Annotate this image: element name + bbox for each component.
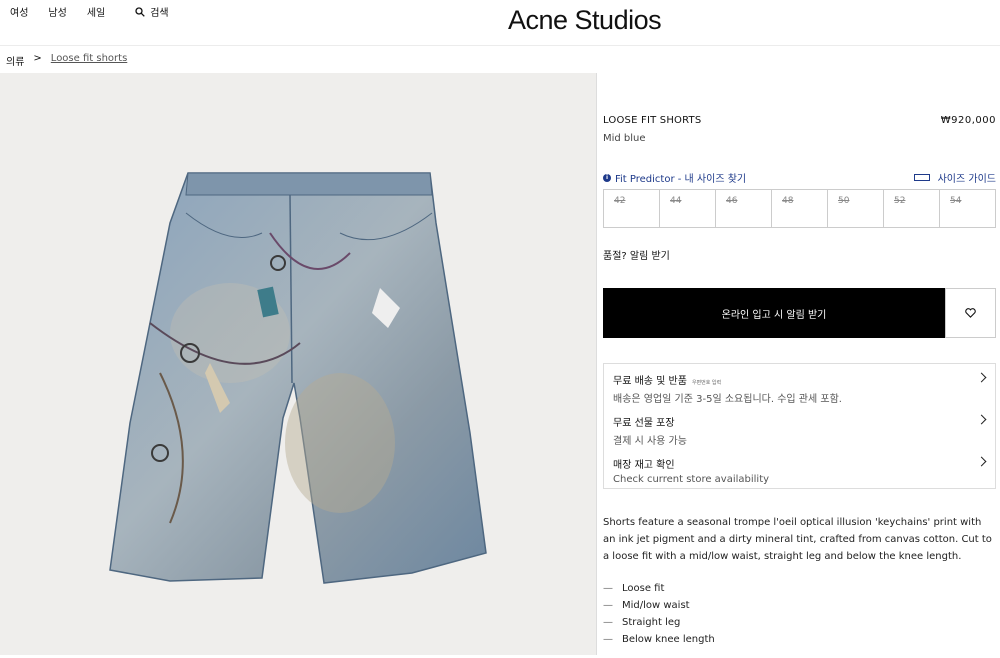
breadcrumb-root[interactable]: 의류 <box>6 53 24 68</box>
size-guide-label: 사이즈 가이드 <box>937 174 996 185</box>
wishlist-button[interactable] <box>945 288 996 338</box>
list-item: — Loose fit <box>603 583 665 594</box>
product-image[interactable] <box>0 73 596 655</box>
gift-wrap-title: 무료 선물 포장 <box>613 418 675 429</box>
info-icon: i <box>603 173 611 182</box>
size-guide-link[interactable]: 사이즈 가이드 <box>913 170 996 185</box>
size-selector: 42 44 46 48 50 52 54 <box>603 189 996 228</box>
breadcrumb: 의류 > Loose fit shorts <box>6 53 127 68</box>
nav-sale[interactable]: 세일 <box>87 4 105 19</box>
size-option[interactable]: 50 <box>828 190 884 227</box>
shipping-returns-row[interactable]: 무료 배송 및 반품 우편번호 입력 배송은 영업일 기준 3-5일 소요됩니다… <box>613 372 995 405</box>
list-item: — Straight leg <box>603 617 681 628</box>
shorts-illustration <box>109 172 487 584</box>
size-option[interactable]: 46 <box>716 190 772 227</box>
panel-divider <box>596 73 597 655</box>
search-icon <box>135 6 145 17</box>
size-option[interactable]: 54 <box>940 190 995 227</box>
main-nav: 여성 남성 세일 검색 <box>10 4 169 19</box>
brand-logo[interactable]: Acne Studios <box>508 5 662 36</box>
shipping-title: 무료 배송 및 반품 <box>613 376 687 387</box>
fit-predictor-link[interactable]: i Fit Predictor - 내 사이즈 찾기 <box>603 170 746 185</box>
list-item: — Below knee length <box>603 634 715 645</box>
shipping-subtitle: 배송은 영업일 기준 3-5일 소요됩니다. 수입 관세 포함. <box>613 394 842 405</box>
product-name: LOOSE FIT SHORTS <box>603 115 702 126</box>
sold-out-notify-link[interactable]: 품절? 알림 받기 <box>603 247 670 262</box>
notify-restock-button[interactable]: 온라인 입고 시 알림 받기 <box>603 288 945 338</box>
product-color: Mid blue <box>603 133 646 144</box>
store-stock-subtitle: Check current store availability <box>613 474 770 485</box>
breadcrumb-separator: > <box>33 53 42 64</box>
nav-women[interactable]: 여성 <box>10 4 28 19</box>
list-item: — Mid/low waist <box>603 600 690 611</box>
postcode-note: 우편번호 입력 <box>691 380 722 386</box>
top-bar: 여성 남성 세일 검색 Acne Studios <box>0 0 1000 46</box>
service-info-box: 무료 배송 및 반품 우편번호 입력 배송은 영업일 기준 3-5일 소요됩니다… <box>603 363 996 489</box>
size-option[interactable]: 48 <box>772 190 828 227</box>
search-label: 검색 <box>150 8 169 19</box>
size-option[interactable]: 44 <box>660 190 716 227</box>
size-option[interactable]: 42 <box>604 190 660 227</box>
heart-icon <box>965 308 976 318</box>
search-button[interactable]: 검색 <box>135 4 169 19</box>
fit-predictor-label: Fit Predictor - 내 사이즈 찾기 <box>615 174 747 185</box>
feature-list: — Loose fit — Mid/low waist — Straight leg … <box>603 583 715 651</box>
product-description: Shorts feature a seasonal trompe l'oeil … <box>603 517 992 562</box>
gift-wrap-subtitle: 결제 시 사용 가능 <box>613 436 687 447</box>
ruler-icon <box>913 174 930 181</box>
store-stock-row[interactable]: 매장 재고 확인 Check current store availabilit… <box>613 456 995 485</box>
breadcrumb-current[interactable]: Loose fit shorts <box>51 53 127 68</box>
store-stock-title: 매장 재고 확인 <box>613 460 675 471</box>
nav-men[interactable]: 남성 <box>48 4 66 19</box>
product-price: ₩920,000 <box>940 115 996 126</box>
size-option[interactable]: 52 <box>884 190 940 227</box>
gift-wrap-row[interactable]: 무료 선물 포장 결제 시 사용 가능 <box>613 414 995 447</box>
